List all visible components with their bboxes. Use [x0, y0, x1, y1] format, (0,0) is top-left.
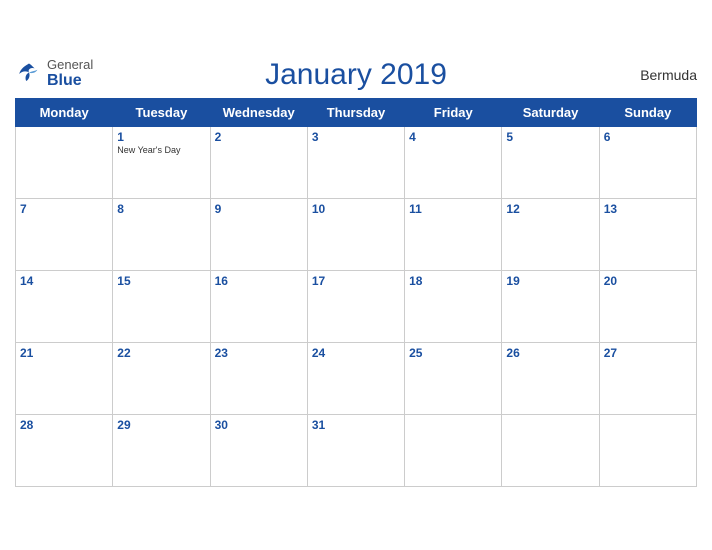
- table-row: 5: [502, 127, 599, 199]
- col-monday: Monday: [16, 99, 113, 127]
- table-row: 13: [599, 199, 696, 271]
- calendar-week-row: 789 10 11 12 13: [16, 199, 697, 271]
- table-row: 15: [113, 271, 210, 343]
- day-number: 5: [506, 130, 594, 144]
- calendar-week-row: 21 22 23 24 25 26 27: [16, 343, 697, 415]
- table-row: 31: [307, 415, 404, 487]
- day-number: 24: [312, 346, 400, 360]
- day-number: 13: [604, 202, 692, 216]
- day-number: 28: [20, 418, 108, 432]
- day-number: 16: [215, 274, 303, 288]
- logo-general-text: General: [47, 58, 93, 72]
- calendar-week-row: 1New Year's Day 23456: [16, 127, 697, 199]
- table-row: 21: [16, 343, 113, 415]
- day-number: 6: [604, 130, 692, 144]
- holiday-label: New Year's Day: [117, 145, 205, 155]
- day-number: 20: [604, 274, 692, 288]
- day-number: 8: [117, 202, 205, 216]
- col-tuesday: Tuesday: [113, 99, 210, 127]
- table-row: [16, 127, 113, 199]
- table-row: 3: [307, 127, 404, 199]
- col-friday: Friday: [405, 99, 502, 127]
- table-row: 30: [210, 415, 307, 487]
- table-row: 12: [502, 199, 599, 271]
- day-number: 21: [20, 346, 108, 360]
- day-number: 23: [215, 346, 303, 360]
- day-number: 18: [409, 274, 497, 288]
- calendar-header: General Blue January 2019 Bermuda: [15, 58, 697, 92]
- table-row: 1New Year's Day: [113, 127, 210, 199]
- calendar-container: General Blue January 2019 Bermuda Monday…: [0, 48, 712, 502]
- table-row: 9: [210, 199, 307, 271]
- table-row: [405, 415, 502, 487]
- table-row: 10: [307, 199, 404, 271]
- day-number: 4: [409, 130, 497, 144]
- day-number: 27: [604, 346, 692, 360]
- calendar-week-row: 28 29 30 31: [16, 415, 697, 487]
- table-row: 18: [405, 271, 502, 343]
- day-number: 9: [215, 202, 303, 216]
- bird-logo-icon: [15, 60, 43, 88]
- table-row: [502, 415, 599, 487]
- day-number: 2: [215, 130, 303, 144]
- table-row: 22: [113, 343, 210, 415]
- month-title: January 2019: [265, 58, 447, 92]
- calendar-header-row: Monday Tuesday Wednesday Thursday Friday…: [16, 99, 697, 127]
- table-row: 14: [16, 271, 113, 343]
- logo-texts: General Blue: [47, 58, 93, 90]
- day-number: 26: [506, 346, 594, 360]
- day-number: 29: [117, 418, 205, 432]
- logo-blue-text: Blue: [47, 72, 93, 90]
- col-sunday: Sunday: [599, 99, 696, 127]
- col-wednesday: Wednesday: [210, 99, 307, 127]
- table-row: 23: [210, 343, 307, 415]
- day-number: 17: [312, 274, 400, 288]
- day-number: 22: [117, 346, 205, 360]
- table-row: 28: [16, 415, 113, 487]
- col-thursday: Thursday: [307, 99, 404, 127]
- table-row: 16: [210, 271, 307, 343]
- day-number: 7: [20, 202, 108, 216]
- table-row: 8: [113, 199, 210, 271]
- table-row: 17: [307, 271, 404, 343]
- table-row: 20: [599, 271, 696, 343]
- table-row: 11: [405, 199, 502, 271]
- calendar-table: Monday Tuesday Wednesday Thursday Friday…: [15, 98, 697, 487]
- day-number: 19: [506, 274, 594, 288]
- table-row: [599, 415, 696, 487]
- table-row: 6: [599, 127, 696, 199]
- table-row: 26: [502, 343, 599, 415]
- table-row: 7: [16, 199, 113, 271]
- table-row: 29: [113, 415, 210, 487]
- table-row: 24: [307, 343, 404, 415]
- day-number: 25: [409, 346, 497, 360]
- logo-area: General Blue: [15, 58, 93, 90]
- region-label: Bermuda: [640, 67, 697, 83]
- day-number: 14: [20, 274, 108, 288]
- day-number: 31: [312, 418, 400, 432]
- table-row: 4: [405, 127, 502, 199]
- day-number: 1: [117, 130, 205, 144]
- table-row: 27: [599, 343, 696, 415]
- day-number: 30: [215, 418, 303, 432]
- table-row: 19: [502, 271, 599, 343]
- table-row: 25: [405, 343, 502, 415]
- day-number: 15: [117, 274, 205, 288]
- day-number: 11: [409, 202, 497, 216]
- table-row: 2: [210, 127, 307, 199]
- col-saturday: Saturday: [502, 99, 599, 127]
- day-number: 3: [312, 130, 400, 144]
- day-number: 12: [506, 202, 594, 216]
- day-number: 10: [312, 202, 400, 216]
- calendar-week-row: 14 15 16 17 18 19 20: [16, 271, 697, 343]
